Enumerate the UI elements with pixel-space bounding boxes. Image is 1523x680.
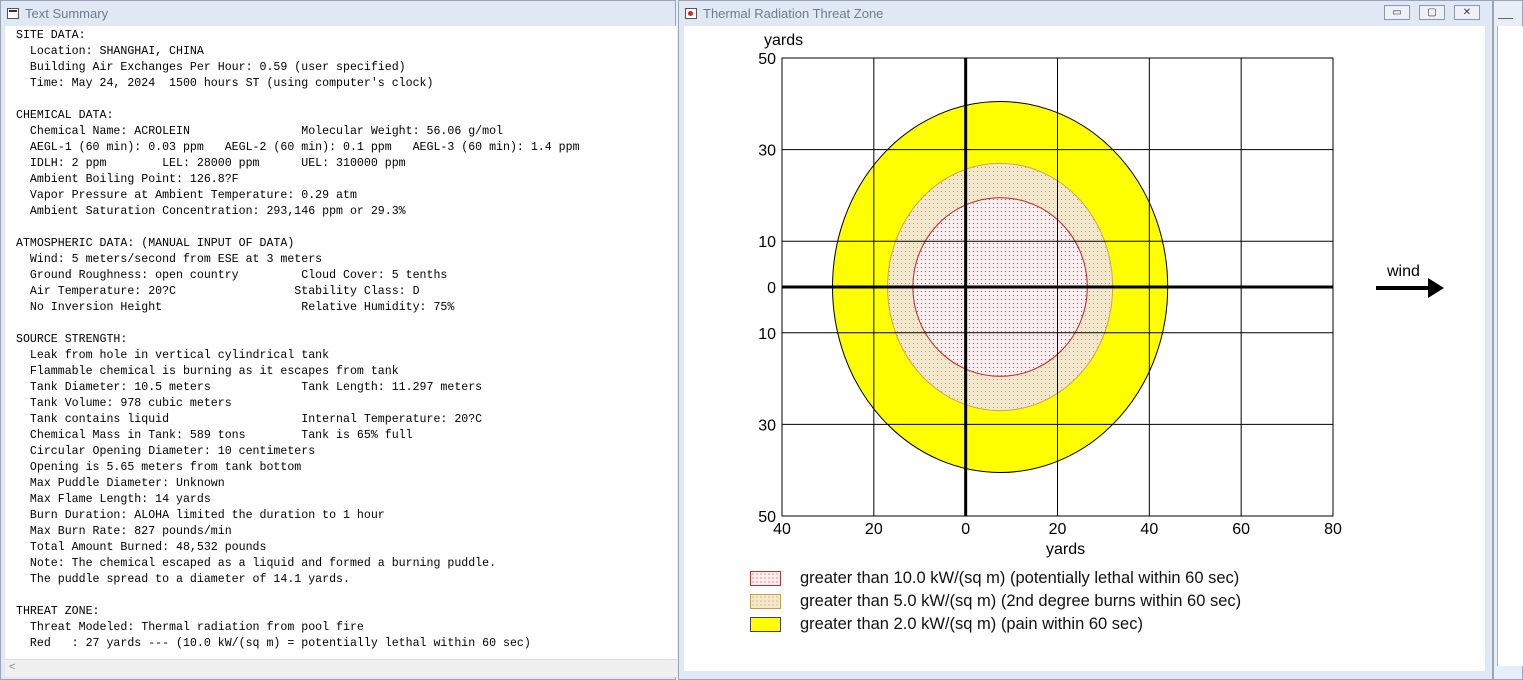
legend-swatch-orange	[750, 594, 781, 609]
y-tick-label: 10	[758, 326, 776, 343]
maximize-button[interactable]: ▢	[1419, 5, 1445, 20]
threat-zone-titlebar[interactable]: Thermal Radiation Threat Zone	[679, 1, 1492, 25]
app-icon	[7, 7, 19, 19]
y-tick-label: 0	[767, 280, 776, 297]
summary-text: SITE DATA: Location: SHANGHAI, CHINA Bui…	[16, 29, 580, 650]
legend-item-orange: greater than 5.0 kW/(sq m) (2nd degree b…	[750, 592, 1241, 611]
threat-zone-window: Thermal Radiation Threat Zone ▭ ▢ ✕ 40 20…	[678, 0, 1493, 680]
app-icon	[685, 7, 697, 19]
text-summary-window: Text Summary SITE DATA: Location: SHANGH…	[0, 0, 677, 680]
legend-swatch-yellow	[750, 617, 781, 632]
legend-label: greater than 10.0 kW/(sq m) (potentially…	[800, 569, 1240, 587]
minimize-icon[interactable]	[1498, 9, 1513, 19]
text-summary-content[interactable]: SITE DATA: Location: SHANGHAI, CHINA Bui…	[5, 26, 677, 659]
text-summary-titlebar[interactable]: Text Summary	[1, 1, 675, 25]
legend-label: greater than 5.0 kW/(sq m) (2nd degree b…	[800, 592, 1242, 610]
wind-label: wind	[1386, 263, 1420, 280]
legend-label: greater than 2.0 kW/(sq m) (pain within …	[800, 615, 1143, 633]
x-axis-label: yards	[1046, 541, 1085, 558]
x-tick-label: 60	[1232, 521, 1250, 538]
y-tick-label: 30	[758, 143, 776, 160]
legend-item-red: greater than 10.0 kW/(sq m) (potentially…	[750, 569, 1239, 588]
plot-area: 40 20 0 20 40 60 80 50 30 10 0 10 30 50 yards yards w…	[684, 26, 1485, 671]
y-tick-label: 10	[758, 234, 776, 251]
x-tick-label: 20	[1049, 521, 1067, 538]
window-title: Thermal Radiation Threat Zone	[703, 5, 884, 21]
legend-item-yellow: greater than 2.0 kW/(sq m) (pain within …	[750, 615, 1143, 634]
x-tick-label: 80	[1324, 521, 1342, 538]
legend-swatch-red	[750, 571, 781, 586]
close-button[interactable]: ✕	[1454, 5, 1480, 20]
y-tick-label: 50	[758, 509, 776, 526]
horizontal-scrollbar[interactable]: <	[5, 659, 677, 677]
scroll-left-arrow-icon[interactable]: <	[9, 661, 15, 673]
x-tick-label: 0	[961, 521, 970, 538]
background-window-content	[1497, 26, 1523, 666]
wind-arrow-icon	[1376, 278, 1444, 298]
x-tick-label: 40	[1140, 521, 1158, 538]
y-tick-label: 50	[758, 51, 776, 68]
y-tick-label: 30	[758, 417, 776, 434]
window-title: Text Summary	[25, 5, 109, 21]
x-tick-label: 20	[865, 521, 883, 538]
minimize-button[interactable]: ▭	[1384, 5, 1410, 20]
background-window-edge	[1493, 0, 1523, 680]
y-axis-label: yards	[764, 32, 803, 49]
